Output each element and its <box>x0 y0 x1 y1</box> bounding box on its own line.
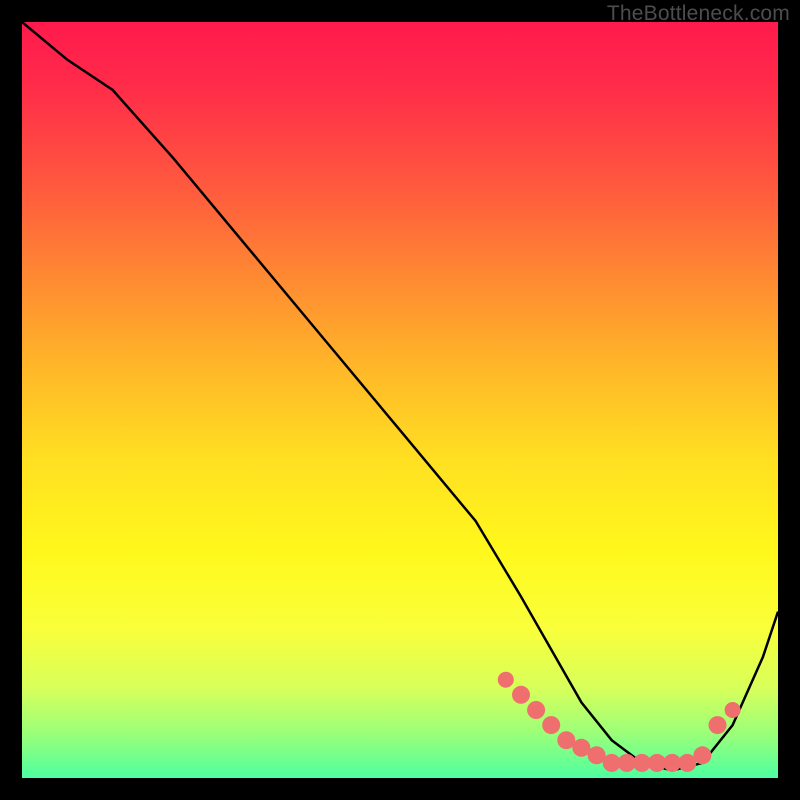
chart-stage: TheBottleneck.com <box>0 0 800 800</box>
highlight-dot <box>709 716 727 734</box>
highlight-dot <box>498 672 514 688</box>
highlight-dot <box>512 686 530 704</box>
highlight-dot <box>725 702 741 718</box>
bottleneck-curve <box>22 22 778 770</box>
highlight-dot <box>693 746 711 764</box>
highlight-dot <box>542 716 560 734</box>
bottleneck-zone-points <box>498 672 741 772</box>
chart-overlay <box>22 22 778 778</box>
watermark-text: TheBottleneck.com <box>607 2 790 26</box>
highlight-dot <box>527 701 545 719</box>
